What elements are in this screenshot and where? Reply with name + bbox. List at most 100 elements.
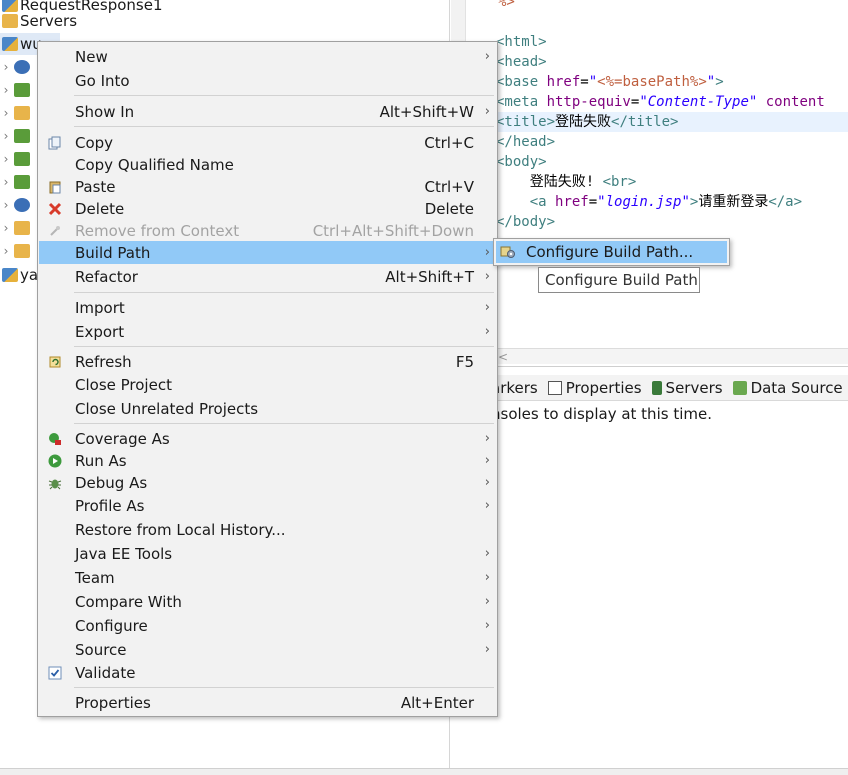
menu-item-show-in[interactable]: Show In Alt+Shift+W › [39,100,496,123]
chevron-right-icon[interactable]: › [0,106,12,120]
chevron-right-icon[interactable]: › [0,152,12,166]
editor-horizontal-scrollbar[interactable]: < [466,348,848,364]
menu-item-close-unrelated-projects[interactable]: Close Unrelated Projects [39,397,496,420]
tree-item-servers[interactable]: Servers [0,10,440,32]
debug-bug-icon [47,475,63,491]
menu-item-configure-build-path[interactable]: Configure Build Path... [496,241,727,263]
code-line: </head> [496,134,556,150]
menu-item-refactor[interactable]: Refactor Alt+Shift+T › [39,265,496,288]
submenu-arrow-icon: › [484,570,490,585]
code-line: 登陆失败! <br> [496,174,637,190]
project-icon [2,268,18,282]
properties-icon [547,380,562,395]
chevron-right-icon[interactable]: › [0,198,12,212]
library-icon [14,83,30,97]
code-line: <meta http-equiv="Content-Type" content [496,94,825,110]
submenu-arrow-icon: › [484,269,490,284]
scroll-left-icon[interactable]: < [498,350,508,364]
package-icon [14,106,30,120]
submenu-arrow-icon: › [484,245,490,260]
tab-data-source[interactable]: Data Source [732,379,843,397]
project-icon [2,37,18,51]
delete-icon [47,201,63,217]
submenu-arrow-icon: › [484,546,490,561]
menu-item-delete[interactable]: Delete Delete [39,197,496,220]
refresh-icon [47,354,63,370]
panel-tab-bar: arkers Properties Servers Data Source [451,375,848,401]
submenu-arrow-icon: › [484,300,490,315]
data-source-icon [732,380,747,395]
submenu-arrow-icon: › [484,618,490,633]
menu-item-debug-as[interactable]: Debug As › [39,471,496,494]
code-line: <body> [496,154,547,170]
menu-item-profile-as[interactable]: Profile As › [39,494,496,517]
menu-item-java-ee-tools[interactable]: Java EE Tools › [39,542,496,565]
tab-markers[interactable]: arkers [491,379,538,397]
tab-properties[interactable]: Properties [547,378,642,397]
submenu-arrow-icon: › [484,498,490,513]
code-line: <base href="<%=basePath%>"> [496,74,724,90]
menu-separator [74,423,494,424]
copy-icon [47,135,63,151]
menu-separator [74,292,494,293]
code-line: <head> [496,54,547,70]
menu-item-properties[interactable]: Properties Alt+Enter [39,691,496,714]
paste-icon [47,179,63,195]
folder-icon [2,14,18,28]
menu-item-source[interactable]: Source › [39,638,496,661]
jar-icon [14,198,30,212]
menu-item-export[interactable]: Export › [39,320,496,343]
code-line: %> [498,0,515,10]
submenu-arrow-icon: › [484,453,490,468]
menu-item-refresh[interactable]: Refresh F5 [39,350,496,373]
tooltip: Configure Build Path [538,267,700,293]
menu-item-new[interactable]: New › [39,45,496,68]
chevron-right-icon[interactable]: › [0,129,12,143]
submenu-arrow-icon: › [484,324,490,339]
menu-item-remove-from-context[interactable]: Remove from Context Ctrl+Alt+Shift+Down [39,219,496,242]
deployment-icon [14,60,30,74]
chevron-right-icon[interactable]: › [0,60,12,74]
menu-item-run-as[interactable]: Run As › [39,449,496,472]
chevron-right-icon[interactable]: › [0,221,12,235]
menu-item-import[interactable]: Import › [39,296,496,319]
chevron-right-icon[interactable]: › [0,175,12,189]
chevron-right-icon[interactable]: › [0,244,12,258]
folder-icon [14,221,30,235]
library-icon [14,152,30,166]
run-icon [47,453,63,469]
code-line: </body> [496,214,556,230]
console-panel: arkers Properties Servers Data Source ns… [451,366,848,768]
library-icon [14,175,30,189]
code-line-current: <title>登陆失败</title> [496,112,848,132]
tab-servers[interactable]: Servers [651,379,723,397]
menu-item-paste[interactable]: Paste Ctrl+V [39,175,496,198]
submenu-arrow-icon: › [484,104,490,119]
status-bar [0,768,848,775]
menu-item-coverage-as[interactable]: Coverage As › [39,427,496,450]
submenu-arrow-icon: › [484,49,490,64]
chevron-right-icon[interactable]: › [0,83,12,97]
tree-item-label: Servers [20,12,78,30]
menu-item-copy[interactable]: Copy Ctrl+C [39,131,496,154]
menu-item-copy-qualified-name[interactable]: Copy Qualified Name [39,153,496,176]
menu-item-validate[interactable]: Validate [39,661,496,684]
tab-label: Properties [565,378,642,397]
context-menu: New › Go Into Show In Alt+Shift+W › Copy… [37,41,498,717]
menu-item-team[interactable]: Team › [39,566,496,589]
menu-item-go-into[interactable]: Go Into [39,69,496,92]
menu-item-configure[interactable]: Configure › [39,614,496,637]
submenu-arrow-icon: › [484,642,490,657]
menu-separator [74,687,494,688]
menu-item-restore-from-local-history[interactable]: Restore from Local History... [39,518,496,541]
menu-separator [74,126,494,127]
menu-item-build-path[interactable]: Build Path › [39,241,496,264]
checkbox-checked-icon [47,665,63,681]
coverage-icon [47,431,63,447]
code-editor[interactable]: %> <html> <head> <base href="<%=basePath… [466,0,848,348]
menu-item-close-project[interactable]: Close Project [39,373,496,396]
submenu-arrow-icon: › [484,431,490,446]
remove-context-icon [47,223,63,239]
code-line: <html> [496,34,547,50]
menu-item-compare-with[interactable]: Compare With › [39,590,496,613]
